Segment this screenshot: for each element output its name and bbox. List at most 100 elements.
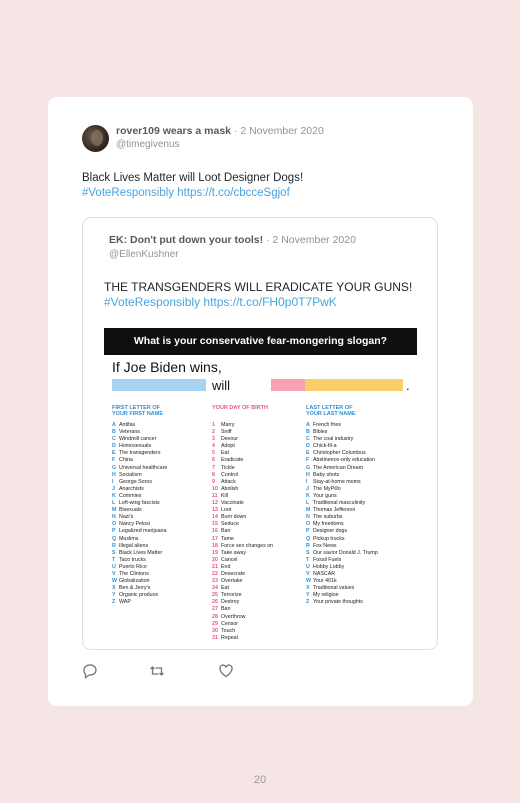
col1-value: Black Lives Matter [119,549,163,556]
col3-key: W [306,578,311,585]
col2-key: 15 [212,521,218,528]
col1-value: WAP [119,599,131,606]
col2-item: 4 Adopt [212,443,273,450]
page-number: 20 [253,774,267,786]
col1-item: W Globalization [112,578,167,585]
col1-item: U Puerto Rico [112,564,167,571]
tweet-date[interactable]: · 2 November 2020 [231,125,324,137]
col2-item: 24 Eat [212,585,273,592]
col2-item: 20 Cancel [212,557,273,564]
col2-value: Burn down [221,514,247,521]
col1-item: H Socialism [112,472,167,479]
col3-key: X [306,585,310,592]
col1-key: R [112,542,116,549]
col2-key: 23 [212,578,218,585]
col3-item: Y My religion [306,592,378,599]
col2-value: Kill [221,492,229,499]
col3-key: Z [306,599,310,606]
col2-item: 9 Attack [212,479,273,486]
col3-value: Designer dogs [313,528,348,535]
col3-value: My freedoms [313,521,344,528]
col3-item: O My freedoms [306,521,378,528]
col3-item: F Abstinence-only education [306,457,378,464]
col2-key: 2 [212,429,215,436]
col2-value: Eat [221,585,229,592]
col3-key: O [306,521,311,528]
col1-value: Taco trucks [119,556,146,563]
col2-value: Abolish [221,485,239,492]
col3-key: G [306,464,311,471]
col1-key: L [112,500,116,507]
col3-title-line: YOUR LAST NAME [306,411,356,417]
quoted-hashtag-link[interactable]: #VoteResponsibly [104,295,200,309]
col2-item: 29 Censor [212,621,273,628]
col3-key: F [306,457,310,464]
col1-key: S [112,549,116,556]
col3-item: Z Your private thoughts [306,599,378,606]
tweet-body-text: Black Lives Matter will Loot Designer Do… [82,172,304,184]
col2-key: 19 [212,549,218,556]
col2-value: Force sex changes on [221,542,274,549]
col2-item: 13 Loot [212,507,273,514]
col3-key: B [306,429,310,436]
hashtag-link[interactable]: #VoteResponsibly [82,187,174,199]
like-icon[interactable] [218,663,234,679]
col2-value: Censor [221,620,239,627]
col2-item: 25 Terrorize [212,592,273,599]
col3-item: A French fries [306,422,378,429]
col1-item: P Legalized marijuana [112,528,167,535]
reply-icon[interactable] [82,663,98,679]
col2-key: 14 [212,514,218,521]
col3-value: Traditional masculinity [313,500,366,507]
meme-prompt: If Joe Biden wins, [112,359,222,375]
col2-title: YOUR DAY OF BIRTH [212,405,268,411]
col3-item: N The suburbs [306,514,378,521]
col3-item: S Our savior Donald J. Trump [306,550,378,557]
col3-value: French fries [313,422,341,428]
col3-item: D Chick-fil-a [306,443,378,450]
col2-item: 22 Desecrate [212,571,273,578]
col2-title-line: YOUR DAY OF BIRTH [212,405,268,411]
col2-item: 8 Control [212,472,273,479]
col2-item: 7 Tickle [212,465,273,472]
col1-value: Left-wing fascists [119,500,160,507]
col2-item: 30 Touch [212,628,273,635]
col2-key: 7 [212,464,215,471]
col2-key: 31 [212,634,218,641]
col2-value: Ban [221,606,231,613]
col3-key: K [306,492,310,499]
col2-value: Seduce [221,521,239,528]
col2-value: Ban [221,528,231,535]
col3-item: H Baby shots [306,472,378,479]
meme-period: . [406,378,410,393]
col3-value: NASCAR [313,570,336,577]
col3-value: My religion [313,592,339,599]
col2-value: Terrorize [221,592,242,599]
col1-key: J [112,485,115,492]
retweet-icon[interactable] [149,663,165,679]
col2-key: 20 [212,556,218,563]
col2-item: 28 Overthrow [212,614,273,621]
col2-item: 5 Eat [212,450,273,457]
col3-value: Traditional values [313,585,355,592]
tweet-url-link[interactable]: https://t.co/cbcceSgjof [174,187,290,199]
col3-item: E Christopher Columbus [306,450,378,457]
col3-value: Abstinence-only education [313,457,376,464]
col1-key: B [112,429,116,436]
quoted-url-link[interactable]: https://t.co/FH0p0T7PwK [200,295,336,309]
col3-value: Fossil Fuels [313,556,342,563]
col2-item: 18 Force sex changes on [212,543,273,550]
author-handle[interactable]: @timegivenus [116,139,180,150]
author-name[interactable]: rover109 wears a mask [116,125,231,137]
col2-value: Loot [221,507,232,514]
col2-item: 12 Vaccinate [212,500,273,507]
meme-image[interactable]: What is your conservative fear-mongering… [104,328,417,641]
quoted-tweet[interactable]: EK: Don't put down your tools! · 2 Novem… [82,217,438,650]
col1-key: W [112,578,117,585]
col1-key: H [112,471,116,478]
col3-item: X Traditional values [306,585,378,592]
col2-key: 3 [212,436,215,443]
col2-value: Tickle [221,464,235,471]
avatar[interactable] [82,125,109,152]
col2-item: 11 Kill [212,493,273,500]
